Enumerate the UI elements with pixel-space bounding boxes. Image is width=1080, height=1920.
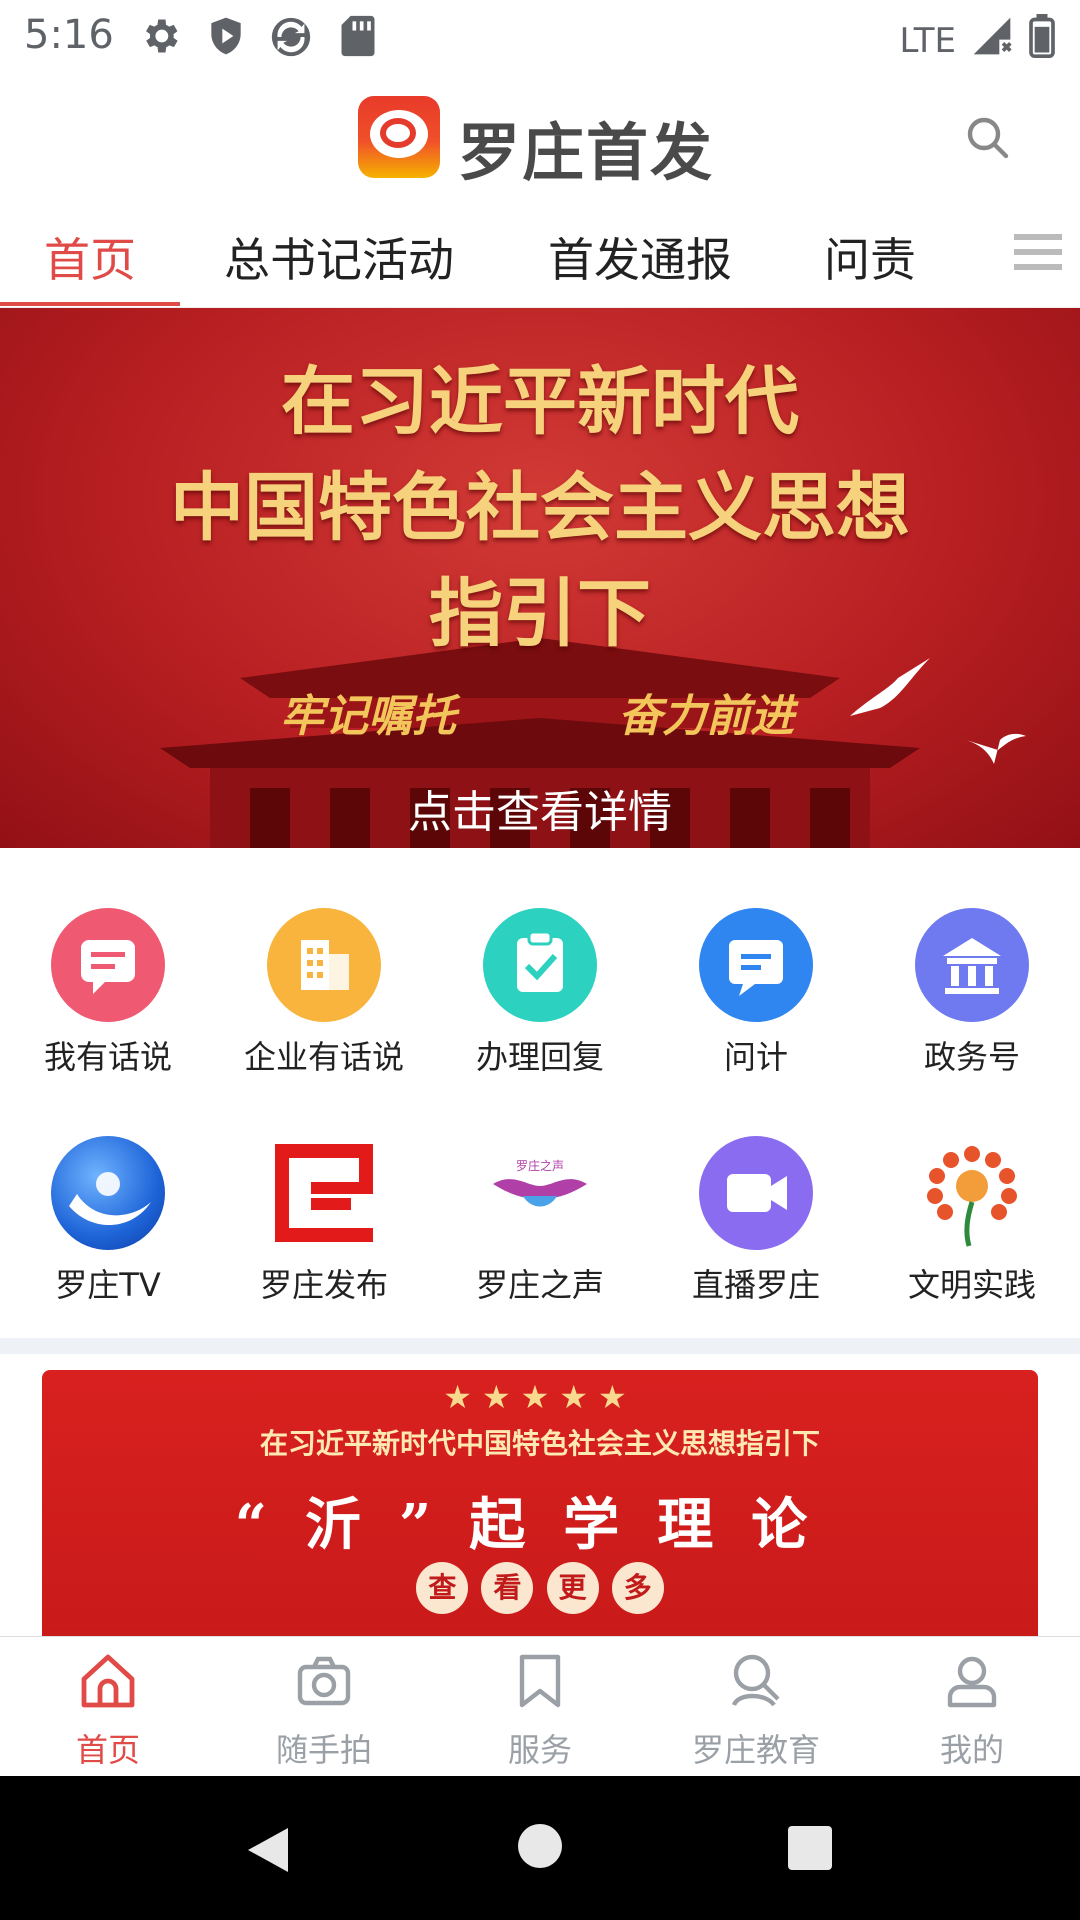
more-char: 多 bbox=[611, 1562, 664, 1614]
more-char: 看 bbox=[481, 1562, 534, 1614]
grid-item-voice[interactable]: 罗庄之声 罗庄之声 bbox=[432, 1108, 648, 1308]
banner-line-3: 指引下 bbox=[429, 571, 651, 657]
banner-sub-left: 牢记嘱托 bbox=[280, 691, 456, 742]
app-title: 罗庄首发 bbox=[458, 116, 715, 189]
video-icon bbox=[699, 1136, 813, 1250]
grid-item-civilization[interactable]: 文明实践 bbox=[864, 1108, 1080, 1308]
nav-mine[interactable]: 我的 bbox=[864, 1637, 1080, 1777]
grid-item-ask[interactable]: 问计 bbox=[648, 880, 864, 1080]
search-icon[interactable] bbox=[964, 114, 1012, 162]
nav-label: 我的 bbox=[939, 1731, 1004, 1769]
nav-label: 服务 bbox=[507, 1731, 572, 1769]
tv-logo-icon bbox=[51, 1136, 165, 1250]
banner-line-2: 中国特色社会主义思想 bbox=[170, 465, 910, 551]
grid-item-speak[interactable]: 我有话说 bbox=[0, 880, 216, 1080]
banner-sub-right: 奋力前进 bbox=[618, 691, 794, 742]
hero-banner[interactable]: 在习近平新时代 中国特色社会主义思想 指引下 牢记嘱托 奋力前进 点击查看详情 bbox=[0, 308, 1080, 848]
menu-icon[interactable] bbox=[1010, 228, 1066, 276]
banner-caption: 点击查看详情 bbox=[408, 787, 672, 838]
status-bar: 5:16 LTE bbox=[0, 0, 1080, 72]
grid-item-publish[interactable]: 罗庄发布 bbox=[216, 1108, 432, 1308]
grid-label: 文明实践 bbox=[907, 1266, 1036, 1304]
active-tab-indicator bbox=[0, 302, 180, 306]
tab-secretary-activities[interactable]: 总书记活动 bbox=[224, 224, 454, 290]
tab-first-report[interactable]: 首发通报 bbox=[548, 224, 732, 290]
clipboard-icon bbox=[483, 908, 597, 1022]
user-icon bbox=[942, 1651, 1002, 1711]
promo-more-button[interactable]: 查 看 更 多 bbox=[42, 1562, 1038, 1614]
tab-home[interactable]: 首页 bbox=[44, 224, 136, 290]
flower-icon bbox=[915, 1136, 1029, 1250]
grid-label: 政务号 bbox=[923, 1038, 1020, 1076]
sdcard-icon bbox=[338, 14, 378, 62]
building-icon bbox=[267, 908, 381, 1022]
grid-label: 问计 bbox=[723, 1038, 788, 1076]
grid-item-tv[interactable]: 罗庄TV bbox=[0, 1108, 216, 1308]
promo-line-1: 在习近平新时代中国特色社会主义思想指引下 bbox=[259, 1427, 820, 1460]
education-icon bbox=[726, 1651, 786, 1711]
grid-label: 我有话说 bbox=[43, 1038, 172, 1076]
bird-icon bbox=[966, 733, 1026, 764]
grid-label: 罗庄TV bbox=[55, 1266, 161, 1304]
grid-label: 罗庄之声 bbox=[475, 1266, 604, 1304]
promo-stars: ★★★★★ bbox=[443, 1378, 637, 1416]
bird-icon bbox=[850, 658, 930, 716]
nav-label: 首页 bbox=[75, 1731, 140, 1769]
channel-tabs: 首页 总书记活动 首发通报 问责 bbox=[0, 202, 1080, 308]
publish-logo-icon bbox=[267, 1136, 381, 1250]
status-time: 5:16 bbox=[24, 12, 114, 58]
app-header: 罗庄首发 bbox=[0, 72, 1080, 202]
gear-icon bbox=[138, 14, 182, 62]
grid-item-enterprise[interactable]: 企业有话说 bbox=[216, 880, 432, 1080]
nav-label: 随手拍 bbox=[275, 1731, 372, 1769]
nav-label: 罗庄教育 bbox=[691, 1731, 820, 1769]
nav-education[interactable]: 罗庄教育 bbox=[648, 1637, 864, 1777]
bottom-nav: 首页 随手拍 服务 罗庄教育 我的 bbox=[0, 1636, 1080, 1777]
bookmark-icon bbox=[510, 1651, 570, 1711]
battery-icon bbox=[1028, 14, 1056, 67]
app-logo bbox=[358, 96, 440, 178]
svg-text:罗庄之声: 罗庄之声 bbox=[516, 1158, 564, 1173]
grid-item-gov[interactable]: 政务号 bbox=[864, 880, 1080, 1080]
nav-home[interactable]: 首页 bbox=[0, 1637, 216, 1777]
grid-label: 企业有话说 bbox=[243, 1038, 404, 1076]
message-icon bbox=[699, 908, 813, 1022]
signal-icon bbox=[970, 14, 1014, 67]
network-type: LTE bbox=[899, 20, 956, 61]
government-icon bbox=[915, 908, 1029, 1022]
grid-label: 办理回复 bbox=[475, 1038, 604, 1076]
camera-icon bbox=[294, 1651, 354, 1711]
promo-banner[interactable]: ★★★★★ 在习近平新时代中国特色社会主义思想指引下 “沂”起学理论 查 看 更… bbox=[42, 1370, 1038, 1636]
back-icon[interactable] bbox=[244, 1824, 292, 1876]
banner-line-1: 在习近平新时代 bbox=[281, 359, 799, 445]
promo-line-2: “沂”起学理论 bbox=[234, 1492, 846, 1558]
sync-icon bbox=[268, 14, 314, 64]
section-divider bbox=[0, 1338, 1080, 1354]
shield-icon bbox=[204, 14, 248, 62]
system-nav-bar bbox=[0, 1776, 1080, 1920]
voice-logo-icon: 罗庄之声 bbox=[483, 1136, 597, 1250]
home-icon bbox=[78, 1651, 138, 1711]
nav-snapshot[interactable]: 随手拍 bbox=[216, 1637, 432, 1777]
recents-icon[interactable] bbox=[788, 1826, 832, 1870]
chat-icon bbox=[51, 908, 165, 1022]
grid-label: 直播罗庄 bbox=[691, 1266, 820, 1304]
grid-item-live[interactable]: 直播罗庄 bbox=[648, 1108, 864, 1308]
tab-accountability[interactable]: 问责 bbox=[824, 224, 916, 290]
nav-service[interactable]: 服务 bbox=[432, 1637, 648, 1777]
more-char: 更 bbox=[546, 1562, 599, 1614]
grid-label: 罗庄发布 bbox=[259, 1266, 388, 1304]
status-right: LTE bbox=[899, 14, 1056, 67]
more-char: 查 bbox=[416, 1562, 469, 1614]
home-circle-icon[interactable] bbox=[518, 1824, 562, 1868]
grid-item-reply[interactable]: 办理回复 bbox=[432, 880, 648, 1080]
